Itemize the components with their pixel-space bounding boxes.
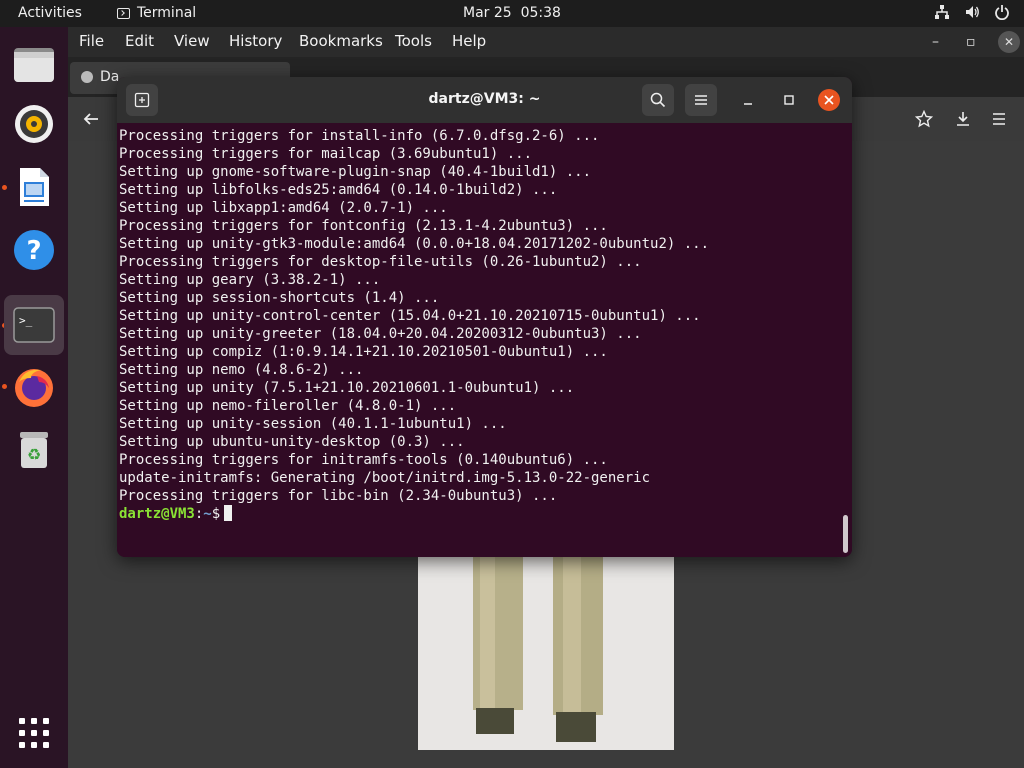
dock-item-help[interactable]: ?	[4, 220, 64, 280]
terminal-line: Setting up geary (3.38.2-1) ...	[119, 272, 381, 288]
dock-item-impress[interactable]	[4, 157, 64, 217]
dock-item-firefox[interactable]	[4, 357, 64, 417]
system-tray[interactable]	[934, 4, 1010, 20]
show-apps-button[interactable]	[4, 703, 64, 763]
libreoffice-impress-icon	[20, 168, 49, 206]
tab-favicon-icon	[81, 71, 93, 83]
downloads-icon[interactable]	[954, 110, 972, 128]
terminal-line: Processing triggers for install-info (6.…	[119, 128, 600, 144]
dock-item-files[interactable]	[4, 35, 64, 95]
terminal-line: Setting up unity-gtk3-module:amd64 (0.0.…	[119, 236, 710, 252]
browser-maximize-button[interactable]: ▫	[966, 34, 976, 50]
terminal-line: Processing triggers for mailcap (3.69ubu…	[119, 146, 533, 162]
help-icon: ?	[14, 230, 54, 270]
terminal-line: Setting up unity-session (40.1.1-1ubuntu…	[119, 416, 507, 432]
prompt-path: ~	[203, 506, 212, 522]
browser-close-button[interactable]: ✕	[998, 31, 1020, 53]
prompt-symbol: $	[211, 506, 221, 522]
terminal-line: Setting up unity (7.5.1+21.10.20210601.1…	[119, 380, 575, 396]
files-icon	[14, 48, 54, 82]
app-menu[interactable]: Terminal	[117, 5, 196, 21]
network-icon[interactable]	[934, 4, 950, 20]
maximize-icon[interactable]	[783, 94, 795, 106]
top-bar: Activities Terminal Mar 25 05:38	[0, 0, 1024, 27]
terminal-app-icon	[117, 7, 130, 19]
terminal-line: Setting up libxapp1:amd64 (2.0.7-1) ...	[119, 200, 448, 216]
rhythmbox-icon	[15, 105, 53, 143]
menu-file[interactable]: File	[79, 32, 104, 50]
minimize-icon[interactable]	[742, 94, 754, 106]
terminal-line: Setting up nemo-fileroller (4.8.0-1) ...	[119, 398, 457, 414]
clock-date[interactable]: Mar 25	[463, 5, 512, 21]
menu-bookmarks[interactable]: Bookmarks	[299, 32, 383, 50]
menu-view[interactable]: View	[174, 32, 210, 50]
terminal-line: Processing triggers for fontconfig (2.13…	[119, 218, 608, 234]
terminal-scrollbar[interactable]	[843, 515, 848, 553]
dock-item-rhythmbox[interactable]	[4, 94, 64, 154]
terminal-header-bar[interactable]: dartz@VM3: ~	[117, 77, 852, 123]
search-button[interactable]	[642, 84, 674, 116]
volume-icon[interactable]	[964, 4, 980, 20]
terminal-line: Setting up unity-greeter (18.04.0+20.04.…	[119, 326, 642, 342]
terminal-line: update-initramfs: Generating /boot/initr…	[119, 470, 651, 486]
terminal-line: Processing triggers for initramfs-tools …	[119, 452, 608, 468]
activities-button[interactable]: Activities	[18, 5, 82, 21]
menu-history[interactable]: History	[229, 32, 282, 50]
dock-item-terminal[interactable]: >_	[4, 295, 64, 355]
trash-icon: ♻	[20, 432, 48, 468]
text-cursor	[224, 505, 233, 521]
bookmark-star-icon[interactable]	[915, 110, 933, 128]
hamburger-icon	[695, 95, 707, 105]
svg-text:♻: ♻	[27, 445, 41, 464]
browser-menu-bar: File Edit View History Bookmarks Tools H…	[68, 27, 1024, 57]
terminal-line: Setting up session-shortcuts (1.4) ...	[119, 290, 440, 306]
terminal-prompt-line[interactable]: dartz@VM3:~$	[119, 505, 852, 523]
dock-item-trash[interactable]: ♻	[4, 419, 64, 479]
prompt-user: dartz@VM3	[119, 506, 195, 522]
terminal-line: Setting up compiz (1:0.9.14.1+21.10.2021…	[119, 344, 608, 360]
terminal-line: Setting up unity-control-center (15.04.0…	[119, 308, 701, 324]
clock-time[interactable]: 05:38	[521, 5, 561, 21]
menu-button[interactable]	[685, 84, 717, 116]
search-icon	[650, 92, 666, 108]
menu-tools[interactable]: Tools	[395, 32, 432, 50]
terminal-line: Setting up ubuntu-unity-desktop (0.3) ..…	[119, 434, 465, 450]
terminal-line: Setting up libfolks-eds25:amd64 (0.14.0-…	[119, 182, 558, 198]
terminal-line: Processing triggers for libc-bin (2.34-0…	[119, 488, 558, 504]
terminal-icon: >_	[13, 307, 55, 343]
terminal-line: Processing triggers for desktop-file-uti…	[119, 254, 642, 270]
terminal-window[interactable]: dartz@VM3: ~ Processing triggers for ins…	[117, 77, 852, 557]
dock: ? >_ ♻	[0, 27, 68, 768]
hamburger-menu-icon[interactable]	[990, 110, 1008, 128]
power-icon[interactable]	[994, 4, 1010, 20]
app-menu-label: Terminal	[137, 5, 197, 21]
menu-edit[interactable]: Edit	[125, 32, 154, 50]
back-arrow-icon[interactable]	[82, 110, 100, 128]
menu-help[interactable]: Help	[452, 32, 486, 50]
terminal-line: Setting up gnome-software-plugin-snap (4…	[119, 164, 592, 180]
svg-text:>_: >_	[19, 314, 33, 327]
close-button[interactable]	[818, 89, 840, 111]
firefox-icon	[15, 369, 53, 407]
browser-minimize-button[interactable]: –	[932, 34, 939, 50]
close-icon	[824, 95, 834, 105]
terminal-output[interactable]: Processing triggers for install-info (6.…	[117, 123, 852, 557]
show-apps-icon	[19, 718, 49, 748]
svg-text:?: ?	[26, 236, 41, 266]
terminal-line: Setting up nemo (4.8.6-2) ...	[119, 362, 364, 378]
